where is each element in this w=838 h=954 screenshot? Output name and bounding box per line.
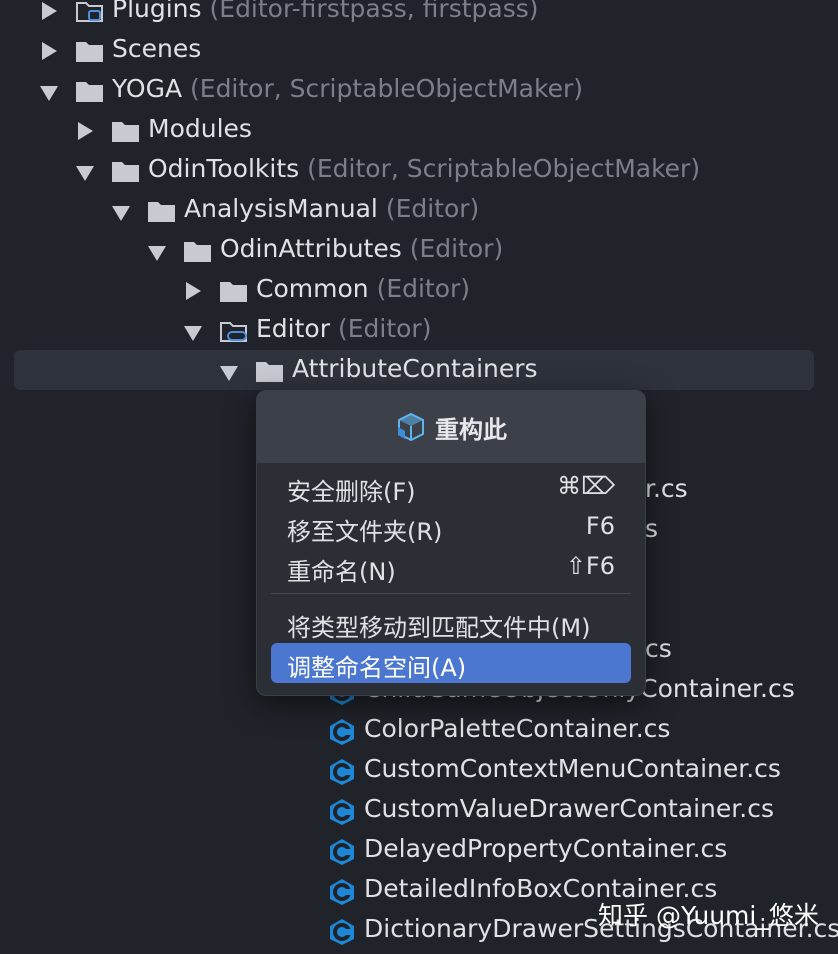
file-name: ColorPaletteContainer.cs bbox=[364, 714, 671, 743]
file-name: DelayedPropertyContainer.cs bbox=[364, 834, 728, 863]
tree-row-hint: (Editor) bbox=[376, 274, 471, 303]
menu-header: 重构此 bbox=[257, 391, 645, 463]
folder-icon bbox=[148, 200, 175, 222]
tree-row-hint: (Editor) bbox=[385, 194, 480, 223]
folder-icon bbox=[112, 120, 139, 142]
editor-folder-icon bbox=[220, 320, 247, 342]
file-name: CustomValueDrawerContainer.cs bbox=[364, 794, 774, 823]
expand-arrow-icon[interactable] bbox=[186, 282, 201, 300]
tree-row-common[interactable]: Common (Editor) bbox=[0, 272, 838, 312]
tree-row-hint: (Editor, ScriptableObjectMaker) bbox=[190, 74, 583, 103]
tree-row-modules[interactable]: Modules bbox=[0, 112, 838, 152]
collapse-arrow-icon[interactable] bbox=[76, 166, 94, 181]
menu-item-label: 移至文件夹(R) bbox=[287, 518, 443, 546]
menu-item-adjust-namespaces[interactable]: 调整命名空间(A) bbox=[271, 643, 631, 683]
tree-row-label: OdinAttributes bbox=[220, 234, 402, 263]
watermark: 知乎 @Yuumi_悠米 bbox=[598, 901, 819, 930]
menu-item-safe-delete[interactable]: 安全删除(F) ⌘⌦ bbox=[271, 467, 631, 507]
tree-row-label: Common bbox=[256, 274, 369, 303]
tree-row-scenes[interactable]: Scenes bbox=[0, 32, 838, 72]
file-row[interactable]: ColorPaletteContainer.cs bbox=[0, 712, 838, 752]
menu-item-shortcut: F6 bbox=[585, 512, 615, 540]
csharp-file-icon bbox=[328, 758, 356, 786]
file-name: CustomContextMenuContainer.cs bbox=[364, 754, 781, 783]
file-row[interactable]: CustomValueDrawerContainer.cs bbox=[0, 792, 838, 832]
menu-item-move-type-to-matching-file[interactable]: 将类型移动到匹配文件中(M) bbox=[271, 603, 631, 643]
tree-row-label: Scenes bbox=[112, 34, 202, 63]
tree-row-plugins[interactable]: Plugins (Editor-firstpass, firstpass) bbox=[0, 0, 838, 32]
folder-icon bbox=[220, 280, 247, 302]
expand-arrow-icon[interactable] bbox=[42, 2, 57, 20]
menu-item-shortcut: ⌘⌦ bbox=[557, 472, 615, 500]
tree-row-label: Editor bbox=[256, 314, 330, 343]
file-row[interactable]: DelayedPropertyContainer.cs bbox=[0, 832, 838, 872]
file-name: s bbox=[645, 514, 659, 543]
menu-title: 重构此 bbox=[435, 415, 507, 444]
folder-icon bbox=[76, 0, 103, 22]
csharp-file-icon bbox=[328, 718, 356, 746]
tree-row-odintoolkits[interactable]: OdinToolkits (Editor, ScriptableObjectMa… bbox=[0, 152, 838, 192]
tree-row-hint: (Editor-firstpass, firstpass) bbox=[209, 0, 539, 23]
expand-arrow-icon[interactable] bbox=[78, 122, 93, 140]
tree-row-label: Plugins bbox=[112, 0, 202, 23]
tree-row-attributecontainers[interactable]: AttributeContainers bbox=[0, 352, 838, 392]
tree-row-label: AttributeContainers bbox=[292, 354, 538, 383]
folder-icon bbox=[76, 80, 103, 102]
folder-icon bbox=[256, 360, 283, 382]
tree-row-label: AnalysisManual bbox=[184, 194, 378, 223]
menu-item-label: 重命名(N) bbox=[287, 558, 396, 586]
folder-icon bbox=[76, 40, 103, 62]
menu-item-rename[interactable]: 重命名(N) ⇧F6 bbox=[271, 547, 631, 587]
refactor-context-menu: 重构此 安全删除(F) ⌘⌦ 移至文件夹(R) F6 重命名(N) ⇧F6 将类… bbox=[256, 390, 646, 696]
tree-row-odinattributes[interactable]: OdinAttributes (Editor) bbox=[0, 232, 838, 272]
tree-row-label: Modules bbox=[148, 114, 252, 143]
csharp-file-icon bbox=[328, 878, 356, 906]
menu-item-label: 安全删除(F) bbox=[287, 478, 416, 506]
csharp-file-icon bbox=[328, 918, 356, 946]
menu-item-shortcut: ⇧F6 bbox=[565, 552, 615, 580]
menu-item-move-to-folder[interactable]: 移至文件夹(R) F6 bbox=[271, 507, 631, 547]
tree-row-hint: (Editor) bbox=[337, 314, 432, 343]
menu-separator bbox=[271, 593, 631, 594]
csharp-file-icon bbox=[328, 838, 356, 866]
folder-icon bbox=[112, 160, 139, 182]
tree-row-hint: (Editor, ScriptableObjectMaker) bbox=[307, 154, 701, 183]
file-name: r.cs bbox=[645, 474, 688, 503]
refactor-cube-icon bbox=[395, 411, 427, 443]
tree-row-editor[interactable]: Editor (Editor) bbox=[0, 312, 838, 352]
folder-icon bbox=[184, 240, 211, 262]
collapse-arrow-icon[interactable] bbox=[148, 246, 166, 261]
collapse-arrow-icon[interactable] bbox=[40, 86, 58, 101]
tree-row-label: YOGA bbox=[112, 74, 183, 103]
tree-row-hint: (Editor) bbox=[409, 234, 504, 263]
file-name: cs bbox=[645, 634, 672, 663]
file-row[interactable]: CustomContextMenuContainer.cs bbox=[0, 752, 838, 792]
menu-item-label: 调整命名空间(A) bbox=[287, 654, 467, 682]
expand-arrow-icon[interactable] bbox=[42, 42, 57, 60]
tree-row-yoga[interactable]: YOGA (Editor, ScriptableObjectMaker) bbox=[0, 72, 838, 112]
menu-item-label: 将类型移动到匹配文件中(M) bbox=[287, 614, 591, 642]
tree-row-label: OdinToolkits bbox=[148, 154, 300, 183]
collapse-arrow-icon[interactable] bbox=[184, 326, 202, 341]
tree-row-analysismanual[interactable]: AnalysisManual (Editor) bbox=[0, 192, 838, 232]
collapse-arrow-icon[interactable] bbox=[220, 366, 238, 381]
collapse-arrow-icon[interactable] bbox=[112, 206, 130, 221]
csharp-file-icon bbox=[328, 798, 356, 826]
